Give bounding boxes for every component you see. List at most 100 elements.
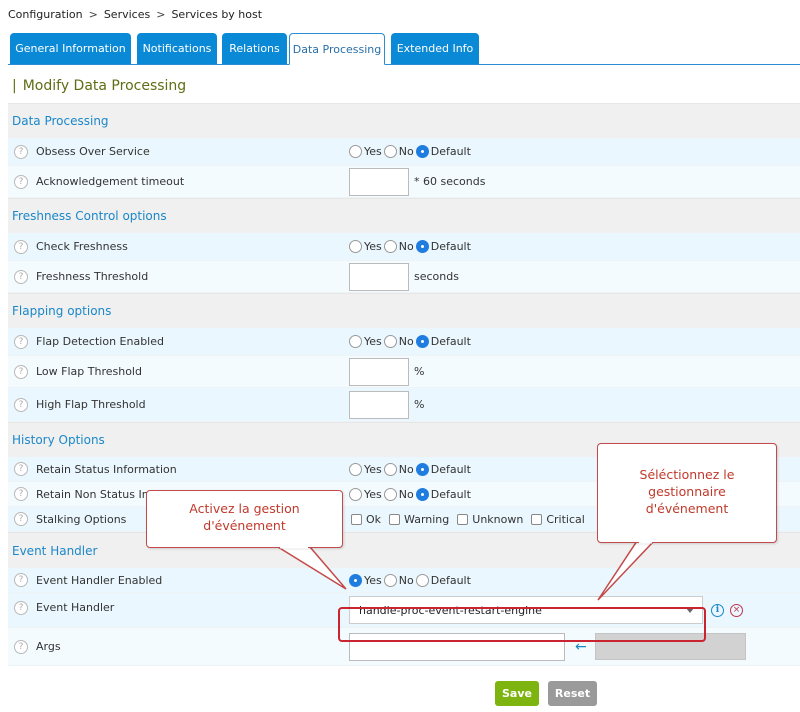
radio-no[interactable]: No — [383, 487, 414, 501]
help-icon[interactable]: ? — [14, 334, 28, 349]
reset-button[interactable]: Reset — [548, 681, 597, 706]
save-button[interactable]: Save — [495, 681, 539, 706]
checkbox-critical[interactable]: Critical — [531, 512, 585, 526]
radio-label: Yes — [364, 145, 382, 158]
radio-no[interactable]: No — [383, 145, 414, 158]
radio-circle — [349, 487, 362, 501]
help-icon[interactable]: ? — [14, 397, 28, 412]
tab-notifications[interactable]: Notifications — [137, 33, 217, 64]
checkbox-box — [351, 513, 362, 525]
event-handler-selected-value: handle-proc-event-restart-engine — [359, 603, 542, 617]
tab-general-information[interactable]: General Information — [10, 33, 131, 64]
breadcrumb-configuration[interactable]: Configuration — [8, 8, 83, 21]
help-icon[interactable]: ? — [14, 174, 28, 189]
freshness-threshold-input[interactable] — [349, 262, 409, 291]
checkbox-box — [457, 513, 469, 525]
ack-timeout-field: * 60 seconds — [349, 166, 485, 197]
checkbox-label: Ok — [366, 512, 382, 526]
high-flap-threshold-input[interactable] — [349, 390, 409, 419]
help-icon[interactable]: ? — [14, 144, 28, 159]
breadcrumb-services[interactable]: Services — [104, 8, 150, 21]
radio-label: Default — [430, 487, 471, 501]
row-obsess-over-service: ? Obsess Over Service Yes No Default — [8, 138, 800, 166]
help-icon[interactable]: ? — [14, 364, 28, 379]
checkbox-label: Unknown — [472, 512, 524, 526]
field-label: Args — [36, 640, 61, 653]
low-flap-field: % — [349, 356, 424, 387]
help-icon[interactable]: ? — [14, 601, 28, 615]
checkbox-ok[interactable]: Ok — [351, 513, 381, 526]
breadcrumb-services-by-host[interactable]: Services by host — [171, 8, 262, 21]
help-icon[interactable]: ? — [14, 639, 28, 654]
retain-non-status-radio-group: Yes No Default — [349, 482, 473, 506]
radio-no[interactable]: No — [383, 240, 414, 253]
field-label: Event Handler — [36, 601, 115, 614]
radio-label: Default — [430, 240, 471, 253]
radio-circle — [415, 573, 429, 587]
args-field: ← — [349, 628, 746, 665]
radio-label: No — [398, 462, 414, 476]
radio-no[interactable]: No — [383, 462, 414, 476]
event-handler-select[interactable]: handle-proc-event-restart-engine — [349, 596, 703, 624]
radio-yes[interactable]: Yes — [349, 335, 382, 348]
checkbox-warning[interactable]: Warning — [389, 513, 449, 526]
radio-yes[interactable]: Yes — [349, 240, 382, 253]
tab-extended-info[interactable]: Extended Info — [391, 33, 479, 64]
radio-label: Default — [430, 145, 471, 158]
radio-circle — [415, 462, 429, 476]
help-icon[interactable]: ? — [14, 512, 28, 526]
tab-data-processing[interactable]: Data Processing — [289, 33, 385, 65]
radio-circle — [349, 335, 362, 348]
row-high-flap-threshold: ? High Flap Threshold % — [8, 388, 800, 422]
checkbox-unknown[interactable]: Unknown — [457, 513, 523, 526]
radio-default[interactable]: Default — [415, 487, 471, 501]
args-preview — [594, 633, 746, 660]
radio-label: Yes — [364, 335, 382, 348]
stalking-options-checkbox-group: Ok Warning Unknown Critical — [351, 507, 593, 531]
data-processing-form: Data Processing ? Obsess Over Service Ye… — [8, 103, 800, 666]
radio-default[interactable]: Default — [415, 335, 471, 348]
form-actions: Save Reset — [495, 681, 597, 706]
row-flap-detection-enabled: ? Flap Detection Enabled Yes No Default — [8, 328, 800, 356]
radio-yes[interactable]: Yes — [349, 462, 382, 476]
flap-detection-radio-group: Yes No Default — [349, 328, 473, 355]
help-icon[interactable]: ? — [14, 239, 28, 254]
radio-label: Default — [430, 573, 471, 587]
checkbox-label: Critical — [546, 512, 585, 526]
radio-default[interactable]: Default — [415, 240, 471, 253]
radio-label: Yes — [364, 487, 382, 501]
radio-circle — [383, 240, 397, 253]
radio-default[interactable]: Default — [415, 573, 471, 587]
low-flap-threshold-input[interactable] — [349, 357, 409, 386]
checkbox-box — [531, 513, 543, 525]
radio-label: Yes — [364, 573, 382, 587]
arrow-left-icon[interactable]: ← — [575, 639, 587, 655]
help-icon[interactable]: ? — [14, 269, 28, 284]
args-input[interactable] — [349, 632, 565, 661]
help-icon[interactable]: ? — [14, 487, 28, 501]
section-freshness-control: Freshness Control options — [8, 198, 800, 233]
radio-no[interactable]: No — [383, 335, 414, 348]
help-icon[interactable]: ? — [14, 573, 28, 587]
help-icon[interactable]: ? — [14, 462, 28, 476]
radio-circle — [415, 335, 429, 348]
breadcrumb: Configuration > Services > Services by host — [8, 8, 262, 21]
radio-circle — [349, 145, 362, 158]
radio-circle — [383, 462, 397, 476]
section-data-processing: Data Processing — [8, 103, 800, 138]
field-label: Acknowledgement timeout — [36, 175, 185, 188]
checkbox-box — [389, 513, 401, 525]
radio-yes[interactable]: Yes — [349, 573, 382, 587]
radio-yes[interactable]: Yes — [349, 487, 382, 501]
remove-icon[interactable]: × — [730, 603, 743, 617]
info-icon[interactable]: i — [711, 603, 724, 617]
row-low-flap-threshold: ? Low Flap Threshold % — [8, 356, 800, 388]
radio-no[interactable]: No — [383, 573, 414, 587]
radio-default[interactable]: Default — [415, 145, 471, 158]
acknowledgement-timeout-input[interactable] — [349, 167, 409, 196]
tab-relations[interactable]: Relations — [222, 33, 287, 64]
radio-yes[interactable]: Yes — [349, 145, 382, 158]
row-acknowledgement-timeout: ? Acknowledgement timeout * 60 seconds — [8, 166, 800, 198]
radio-label: No — [398, 145, 414, 158]
radio-default[interactable]: Default — [415, 462, 471, 476]
